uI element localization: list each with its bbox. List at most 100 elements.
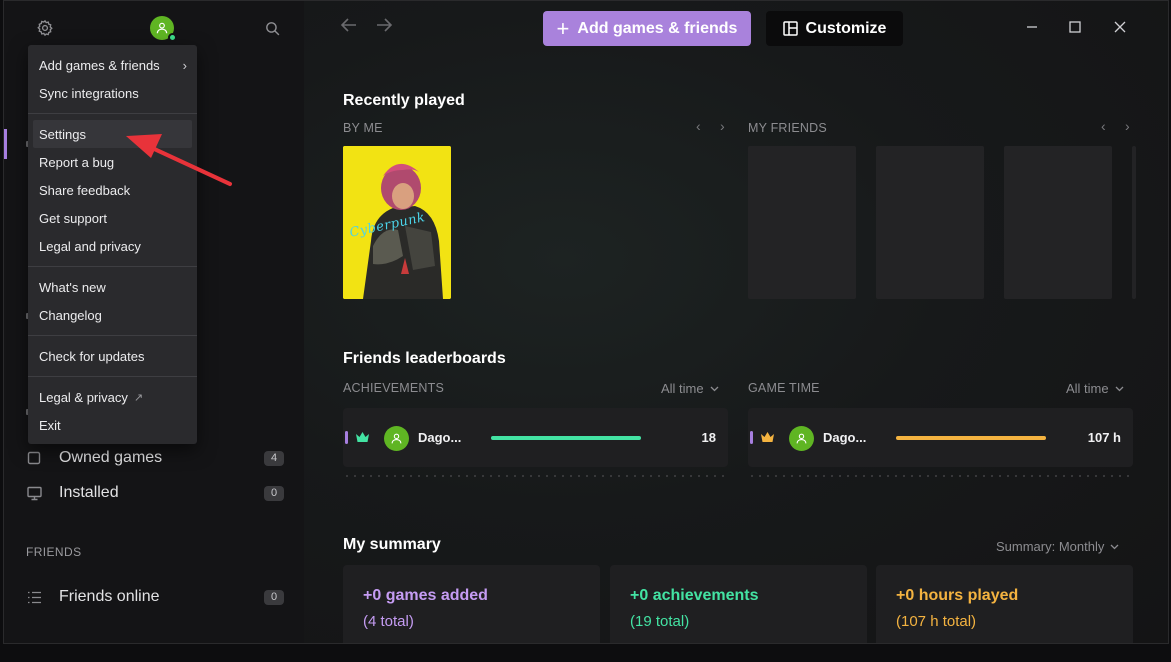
add-games-friends-button[interactable]: + Add games & friends	[543, 11, 751, 46]
external-link-icon: ↗	[133, 391, 144, 404]
crown-icon	[758, 428, 776, 446]
friend-game-placeholder	[876, 146, 984, 299]
plus-icon: +	[556, 15, 570, 41]
monitor-icon	[26, 485, 42, 501]
menu-item-exit[interactable]: Exit	[28, 411, 197, 439]
friends-next-icon[interactable]: ›	[1125, 118, 1130, 134]
chevron-down-icon	[1115, 386, 1124, 392]
menu-item-label: Settings	[39, 126, 86, 142]
progress-bar	[491, 436, 641, 440]
crown-icon	[353, 428, 371, 446]
summary-sub: (107 h total)	[896, 613, 977, 630]
recently-played-title: Recently played	[343, 92, 465, 109]
menu-item-label: Exit	[39, 417, 61, 433]
summary-main: +0 hours played	[896, 587, 1019, 604]
by-me-prev-icon[interactable]: ‹	[696, 118, 701, 134]
square-icon	[26, 450, 42, 466]
menu-item-label: Get support	[39, 210, 107, 226]
menu-item-label: Add games & friends	[39, 57, 160, 73]
menu-item-share-feedback[interactable]: Share feedback	[28, 176, 197, 204]
achievements-leaderboard-row[interactable]: Dago... 18	[343, 408, 728, 467]
friends-prev-icon[interactable]: ‹	[1101, 118, 1106, 134]
friend-game-placeholder	[1132, 146, 1136, 299]
friend-name: Dago...	[823, 430, 867, 445]
count-badge: 4	[264, 450, 284, 466]
progress-bar	[896, 436, 1046, 440]
sidebar: Owned games 4 Installed 0 FRIENDS Friend…	[4, 1, 304, 643]
sidebar-item-label: Installed	[59, 484, 119, 501]
summary-title: My summary	[343, 536, 441, 553]
game-time-value: 107 h	[1087, 430, 1121, 445]
maximize-icon[interactable]	[1067, 19, 1083, 35]
summary-card-games: +0 games added (4 total)	[343, 565, 600, 643]
customize-button[interactable]: Customize	[766, 11, 903, 46]
sidebar-item-owned-games[interactable]: Owned games 4	[26, 446, 284, 470]
menu-item-label: Legal & privacy	[39, 389, 128, 405]
game-time-time-filter[interactable]: All time	[1066, 381, 1124, 396]
achievements-time-filter[interactable]: All time	[661, 381, 719, 396]
my-friends-label: MY FRIENDS	[748, 121, 827, 135]
user-avatar[interactable]	[150, 16, 177, 42]
search-icon[interactable]	[261, 17, 283, 39]
menu-item-check-updates[interactable]: Check for updates	[28, 342, 197, 370]
menu-item-legal-privacy-external[interactable]: Legal & privacy ↗	[28, 383, 197, 411]
game-cover-cyberpunk[interactable]: Cyberpunk	[343, 146, 451, 299]
summary-sub: (4 total)	[363, 613, 414, 630]
menu-item-settings[interactable]: Settings	[33, 120, 192, 148]
summary-period-filter[interactable]: Summary: Monthly	[996, 539, 1119, 554]
chevron-down-icon	[710, 386, 719, 392]
menu-item-label: Changelog	[39, 307, 102, 323]
sidebar-item-friends-online[interactable]: Friends online 0	[26, 585, 284, 609]
game-time-leaderboard-row[interactable]: Dago... 107 h	[748, 408, 1133, 467]
online-status-dot	[168, 33, 177, 42]
dropdown-value: Summary: Monthly	[996, 539, 1105, 554]
menu-item-add-games-friends[interactable]: Add games & friends ›	[28, 51, 197, 79]
sidebar-item-label: Friends online	[59, 588, 160, 605]
menu-item-legal-and-privacy[interactable]: Legal and privacy	[28, 232, 197, 260]
count-badge: 0	[264, 485, 284, 501]
settings-menu: Add games & friends › Sync integrations …	[28, 45, 197, 444]
dotted-divider	[748, 475, 1133, 477]
back-arrow-icon[interactable]	[340, 16, 362, 40]
dropdown-value: All time	[661, 381, 704, 396]
friend-name: Dago...	[418, 430, 462, 445]
by-me-next-icon[interactable]: ›	[720, 118, 725, 134]
minimize-icon[interactable]	[1024, 19, 1040, 35]
forward-arrow-icon[interactable]	[375, 16, 397, 40]
menu-item-report-bug[interactable]: Report a bug	[28, 148, 197, 176]
menu-item-whats-new[interactable]: What's new	[28, 273, 197, 301]
menu-item-get-support[interactable]: Get support	[28, 204, 197, 232]
summary-sub: (19 total)	[630, 613, 690, 630]
sidebar-item-label: Owned games	[59, 449, 163, 466]
main-content: + Add games & friends Customize Recently…	[304, 1, 1168, 643]
summary-card-hours: +0 hours played (107 h total)	[876, 565, 1133, 643]
sidebar-active-indicator	[4, 129, 7, 159]
menu-item-sync-integrations[interactable]: Sync integrations	[28, 79, 197, 107]
rank-indicator	[750, 431, 753, 444]
menu-item-label: Share feedback	[39, 182, 131, 198]
summary-main: +0 achievements	[630, 587, 759, 604]
menu-divider	[28, 113, 197, 114]
count-badge: 0	[264, 589, 284, 605]
gear-icon[interactable]	[34, 17, 56, 39]
rank-indicator	[345, 431, 348, 444]
menu-item-label: What's new	[39, 279, 106, 295]
menu-item-label: Check for updates	[39, 348, 145, 364]
game-time-header: GAME TIME	[748, 381, 820, 395]
sidebar-item-installed[interactable]: Installed 0	[26, 481, 284, 505]
achievement-count: 18	[701, 430, 716, 445]
dropdown-value: All time	[1066, 381, 1109, 396]
friend-game-placeholder	[1004, 146, 1112, 299]
by-me-label: BY ME	[343, 121, 383, 135]
menu-item-changelog[interactable]: Changelog	[28, 301, 197, 329]
button-label: Add games & friends	[577, 19, 738, 37]
close-icon[interactable]	[1112, 19, 1128, 35]
friend-avatar	[384, 426, 409, 451]
progress-track	[896, 436, 1046, 440]
friend-avatar	[789, 426, 814, 451]
layout-icon	[782, 21, 798, 36]
button-label: Customize	[805, 19, 887, 37]
leaderboards-title: Friends leaderboards	[343, 350, 506, 367]
app-window: Owned games 4 Installed 0 FRIENDS Friend…	[3, 0, 1169, 644]
dotted-divider	[343, 475, 728, 477]
